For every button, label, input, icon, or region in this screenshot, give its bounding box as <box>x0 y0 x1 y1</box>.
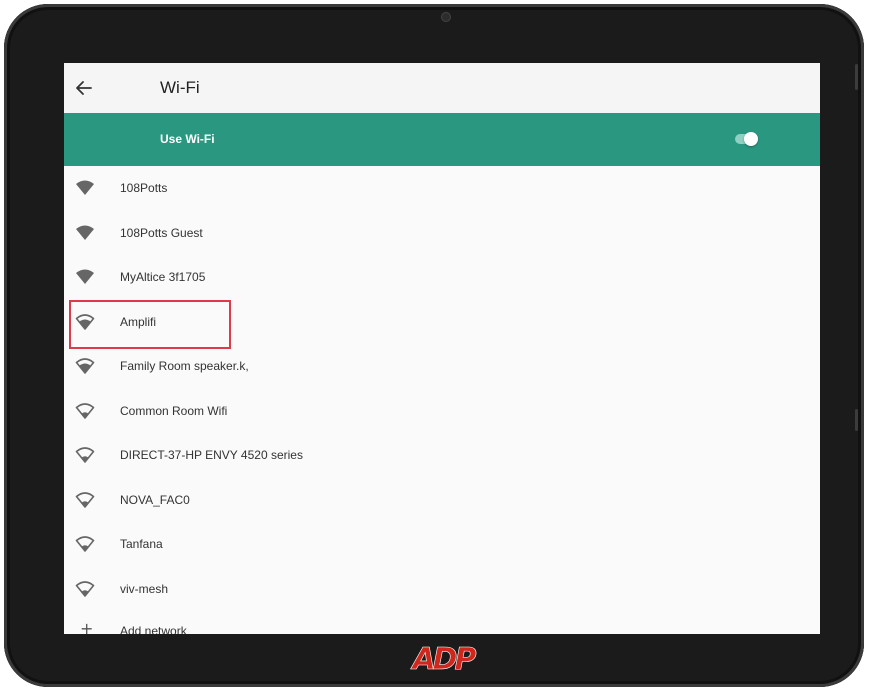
network-item-viv-mesh[interactable]: viv-mesh <box>64 567 820 612</box>
wifi-signal-icon <box>75 402 95 419</box>
wifi-toggle-switch[interactable] <box>735 132 759 146</box>
adp-logo: ADP <box>410 642 480 674</box>
add-network-label: Add network <box>120 624 187 634</box>
network-item-myaltice[interactable]: MyAltice 3f1705 <box>64 255 820 300</box>
network-item-family-room-speaker[interactable]: Family Room speaker.k, <box>64 344 820 389</box>
wifi-locked-full-signal-icon <box>76 180 94 195</box>
network-item-nova-fac0[interactable]: NOVA_FAC0 <box>64 478 820 523</box>
network-name: 108Potts Guest <box>120 225 203 240</box>
wifi-signal-icon <box>75 580 95 597</box>
side-button-middle <box>855 409 858 431</box>
network-item-direct-hp-envy[interactable]: DIRECT-37-HP ENVY 4520 series <box>64 433 820 478</box>
network-name: Family Room speaker.k, <box>120 359 249 373</box>
use-wifi-label: Use Wi-Fi <box>160 132 215 146</box>
network-name: Common Room Wifi <box>120 403 228 418</box>
wifi-signal-icon <box>75 313 95 330</box>
network-item-tanfana[interactable]: Tanfana <box>64 522 820 567</box>
network-item-108potts-guest[interactable]: 108Potts Guest <box>64 211 820 256</box>
add-network-item[interactable]: + Add network <box>64 611 820 634</box>
wifi-full-signal-icon <box>76 225 94 240</box>
use-wifi-bar[interactable]: Use Wi-Fi <box>64 113 820 166</box>
network-name: DIRECT-37-HP ENVY 4520 series <box>120 448 303 462</box>
wifi-signal-icon <box>75 491 95 508</box>
network-item-amplifi[interactable]: Amplifi <box>64 300 820 345</box>
side-button-top <box>855 64 858 90</box>
app-bar: Wi-Fi <box>64 63 820 113</box>
svg-text:ADP: ADP <box>410 642 476 674</box>
plus-icon: + <box>80 619 94 634</box>
front-camera <box>441 12 451 22</box>
network-list: 108Potts 108Potts Guest MyAltice 3f1705 … <box>64 166 820 634</box>
network-name: 108Potts <box>120 181 168 195</box>
network-name: Tanfana <box>120 537 163 551</box>
wifi-full-signal-icon <box>76 269 94 284</box>
wifi-signal-icon <box>75 536 95 552</box>
arrow-left-icon[interactable] <box>72 76 96 100</box>
network-item-108potts[interactable]: 108Potts <box>64 166 820 211</box>
network-name: viv-mesh <box>120 581 169 596</box>
page-title: Wi-Fi <box>160 78 200 97</box>
network-item-common-room-wifi[interactable]: Common Room Wifi <box>64 389 820 434</box>
network-name: Amplifi <box>120 314 157 329</box>
wifi-signal-icon <box>75 447 95 463</box>
network-name: NOVA_FAC0 <box>120 492 190 507</box>
wifi-signal-icon <box>75 358 95 374</box>
wifi-settings-screen: Wi-Fi Use Wi-Fi 108Potts 108Potts Guest … <box>64 63 820 634</box>
network-name: MyAltice 3f1705 <box>120 270 206 284</box>
